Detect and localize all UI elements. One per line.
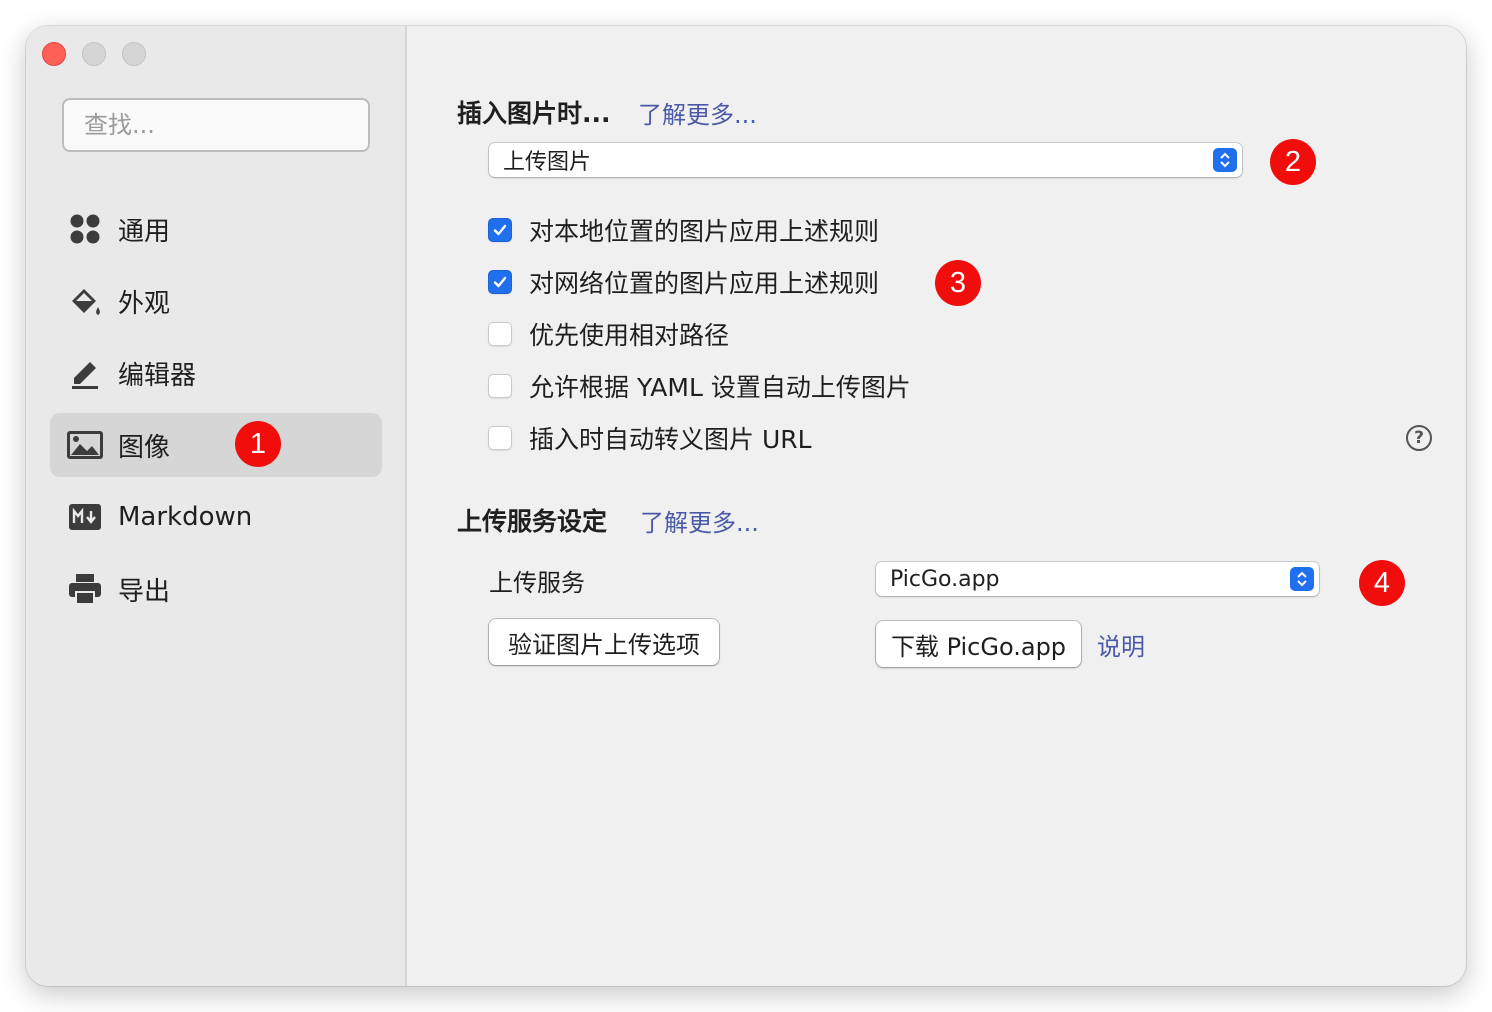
minimize-window-button[interactable] <box>82 42 106 66</box>
option-network-images[interactable]: 对网络位置的图片应用上述规则 <box>488 267 880 298</box>
paint-bucket-icon <box>66 282 104 320</box>
upload-service-section-title: 上传服务设定 <box>457 507 608 536</box>
insert-learn-more-link[interactable]: 了解更多... <box>638 95 757 130</box>
annotation-badge: 3 <box>935 260 981 306</box>
relative-path-label: 优先使用相对路径 <box>529 321 730 350</box>
option-relative-path[interactable]: 优先使用相对路径 <box>488 319 730 350</box>
grid-icon <box>66 210 104 248</box>
markdown-icon <box>66 498 104 536</box>
insert-action-value: 上传图片 <box>503 150 592 175</box>
option-yaml-upload[interactable]: 允许根据 YAML 设置自动上传图片 <box>488 371 911 402</box>
annotation-badge: 4 <box>1359 560 1405 606</box>
upload-service-value: PicGo.app <box>890 566 1000 592</box>
option-escape-url[interactable]: 插入时自动转义图片 URL <box>488 423 812 454</box>
preferences-window: 通用 外观 编辑器 图像 Markdown <box>26 26 1466 986</box>
option-local-images[interactable]: 对本地位置的图片应用上述规则 <box>488 215 880 246</box>
maximize-window-button[interactable] <box>122 42 146 66</box>
image-settings-panel: 插入图片时... 了解更多... 上传图片 2 对本地位置的图片应用上述规则 对… <box>409 26 1466 986</box>
local-images-label: 对本地位置的图片应用上述规则 <box>529 217 880 246</box>
chevron-updown-icon <box>1213 148 1237 172</box>
help-icon[interactable]: ? <box>1406 425 1432 451</box>
escape-url-label: 插入时自动转义图片 URL <box>529 425 812 454</box>
chevron-updown-icon <box>1290 567 1314 591</box>
network-images-label: 对网络位置的图片应用上述规则 <box>529 269 880 298</box>
upload-service-label: 上传服务 <box>489 569 585 597</box>
sidebar-item-image[interactable]: 图像 <box>50 413 382 477</box>
sidebar: 通用 外观 编辑器 图像 Markdown <box>26 26 407 986</box>
network-images-checkbox[interactable] <box>488 270 512 294</box>
sidebar-item-label: 通用 <box>118 216 171 247</box>
yaml-upload-label: 允许根据 YAML 设置自动上传图片 <box>529 373 911 402</box>
sidebar-item-label: 图像 <box>118 432 171 463</box>
image-icon <box>66 426 104 464</box>
escape-url-checkbox[interactable] <box>488 426 512 450</box>
validate-upload-button[interactable]: 验证图片上传选项 <box>489 619 719 665</box>
sidebar-item-appearance[interactable]: 外观 <box>50 269 382 333</box>
sidebar-item-label: Markdown <box>118 502 253 532</box>
relative-path-checkbox[interactable] <box>488 322 512 346</box>
insert-action-select[interactable]: 上传图片 <box>489 143 1242 177</box>
explain-link[interactable]: 说明 <box>1097 627 1145 662</box>
sidebar-item-general[interactable]: 通用 <box>50 197 382 261</box>
annotation-badge: 2 <box>1270 139 1316 185</box>
sidebar-item-label: 导出 <box>118 576 171 607</box>
yaml-upload-checkbox[interactable] <box>488 374 512 398</box>
upload-service-select[interactable]: PicGo.app <box>876 562 1319 596</box>
sidebar-item-label: 外观 <box>118 288 171 319</box>
sidebar-item-editor[interactable]: 编辑器 <box>50 341 382 405</box>
annotation-badge: 1 <box>235 421 281 467</box>
printer-icon <box>66 570 104 608</box>
search-input[interactable] <box>62 98 370 152</box>
insert-image-section-title: 插入图片时... <box>457 99 611 128</box>
sidebar-item-markdown[interactable]: Markdown <box>50 485 382 549</box>
upload-learn-more-link[interactable]: 了解更多... <box>640 503 759 538</box>
sidebar-item-label: 编辑器 <box>118 360 197 391</box>
pencil-icon <box>66 354 104 392</box>
download-picgo-button[interactable]: 下载 PicGo.app <box>876 621 1081 667</box>
close-window-button[interactable] <box>42 42 66 66</box>
local-images-checkbox[interactable] <box>488 218 512 242</box>
sidebar-item-export[interactable]: 导出 <box>50 557 382 621</box>
